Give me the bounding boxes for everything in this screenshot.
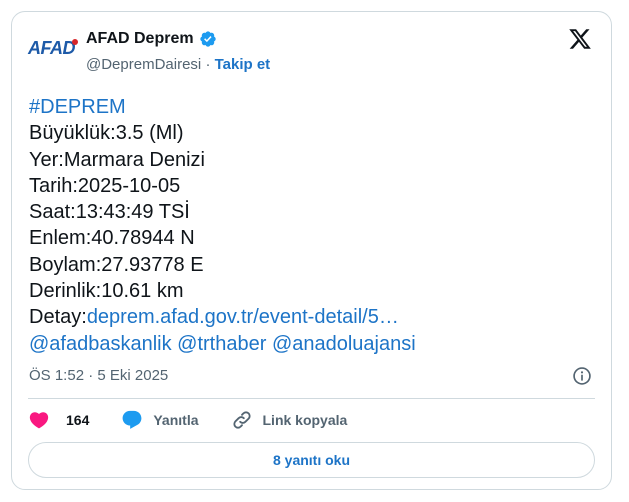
post-body: #DEPREM Büyüklük:3.5 (Ml) Yer:Marmara De…: [29, 94, 416, 357]
mentions-line[interactable]: @afadbaskanlik @trthaber @anadoluajansi: [29, 331, 416, 357]
author-name-row[interactable]: AFAD Deprem: [86, 30, 217, 48]
reply-button[interactable]: Yanıtla: [121, 409, 199, 431]
detail-link[interactable]: deprem.afad.gov.tr/event-detail/5…: [87, 306, 399, 328]
copy-link-label: Link kopyala: [262, 412, 348, 428]
action-bar: 164 Yanıtla Link kopyala: [28, 409, 379, 431]
heart-icon[interactable]: [28, 409, 50, 431]
date-line: Tarih:2025-10-05: [29, 174, 181, 197]
read-replies-label: 8 yanıtı oku: [272, 452, 351, 468]
detail-line: Detay:deprem.afad.gov.tr/event-detail/5…: [29, 304, 416, 330]
latitude-line: Enlem:40.78944 N: [29, 227, 195, 250]
link-icon[interactable]: [231, 409, 253, 431]
like-count: 164: [66, 412, 90, 428]
afad-logo[interactable]: AFAD: [28, 38, 78, 66]
reply-label: Yanıtla: [153, 412, 199, 428]
info-icon[interactable]: [572, 366, 592, 386]
author-name[interactable]: AFAD Deprem: [86, 30, 194, 48]
like-button[interactable]: 164: [28, 409, 89, 431]
depth-line: Derinlik:10.61 km: [29, 280, 184, 303]
longitude-line: Boylam:27.93778 E: [29, 253, 204, 276]
verified-badge-icon: [199, 31, 216, 47]
author-handle-row: @DepremDairesi · Takip et: [86, 56, 270, 73]
follow-button[interactable]: Takip et: [215, 56, 271, 73]
author-handle[interactable]: @DepremDairesi: [86, 56, 201, 73]
magnitude-line: Büyüklük:3.5 (Ml): [29, 122, 184, 145]
logo-dot: [72, 39, 78, 45]
detail-label: Detay:: [29, 306, 87, 329]
logo-text: AFAD: [28, 38, 76, 58]
read-replies-button[interactable]: 8 yanıtı oku: [28, 442, 595, 478]
time-line: Saat:13:43:49 TSİ: [29, 201, 190, 224]
hashtag-link[interactable]: #DEPREM: [29, 94, 416, 120]
location-line: Yer:Marmara Denizi: [29, 148, 205, 171]
divider: [28, 398, 595, 399]
reply-bubble-icon[interactable]: [121, 409, 143, 431]
copy-link-button[interactable]: Link kopyala: [231, 409, 348, 431]
x-logo-icon[interactable]: [567, 27, 593, 51]
post-timestamp[interactable]: ÖS 1:52 · 5 Eki 2025: [29, 367, 168, 384]
handle-separator: ·: [205, 56, 211, 73]
